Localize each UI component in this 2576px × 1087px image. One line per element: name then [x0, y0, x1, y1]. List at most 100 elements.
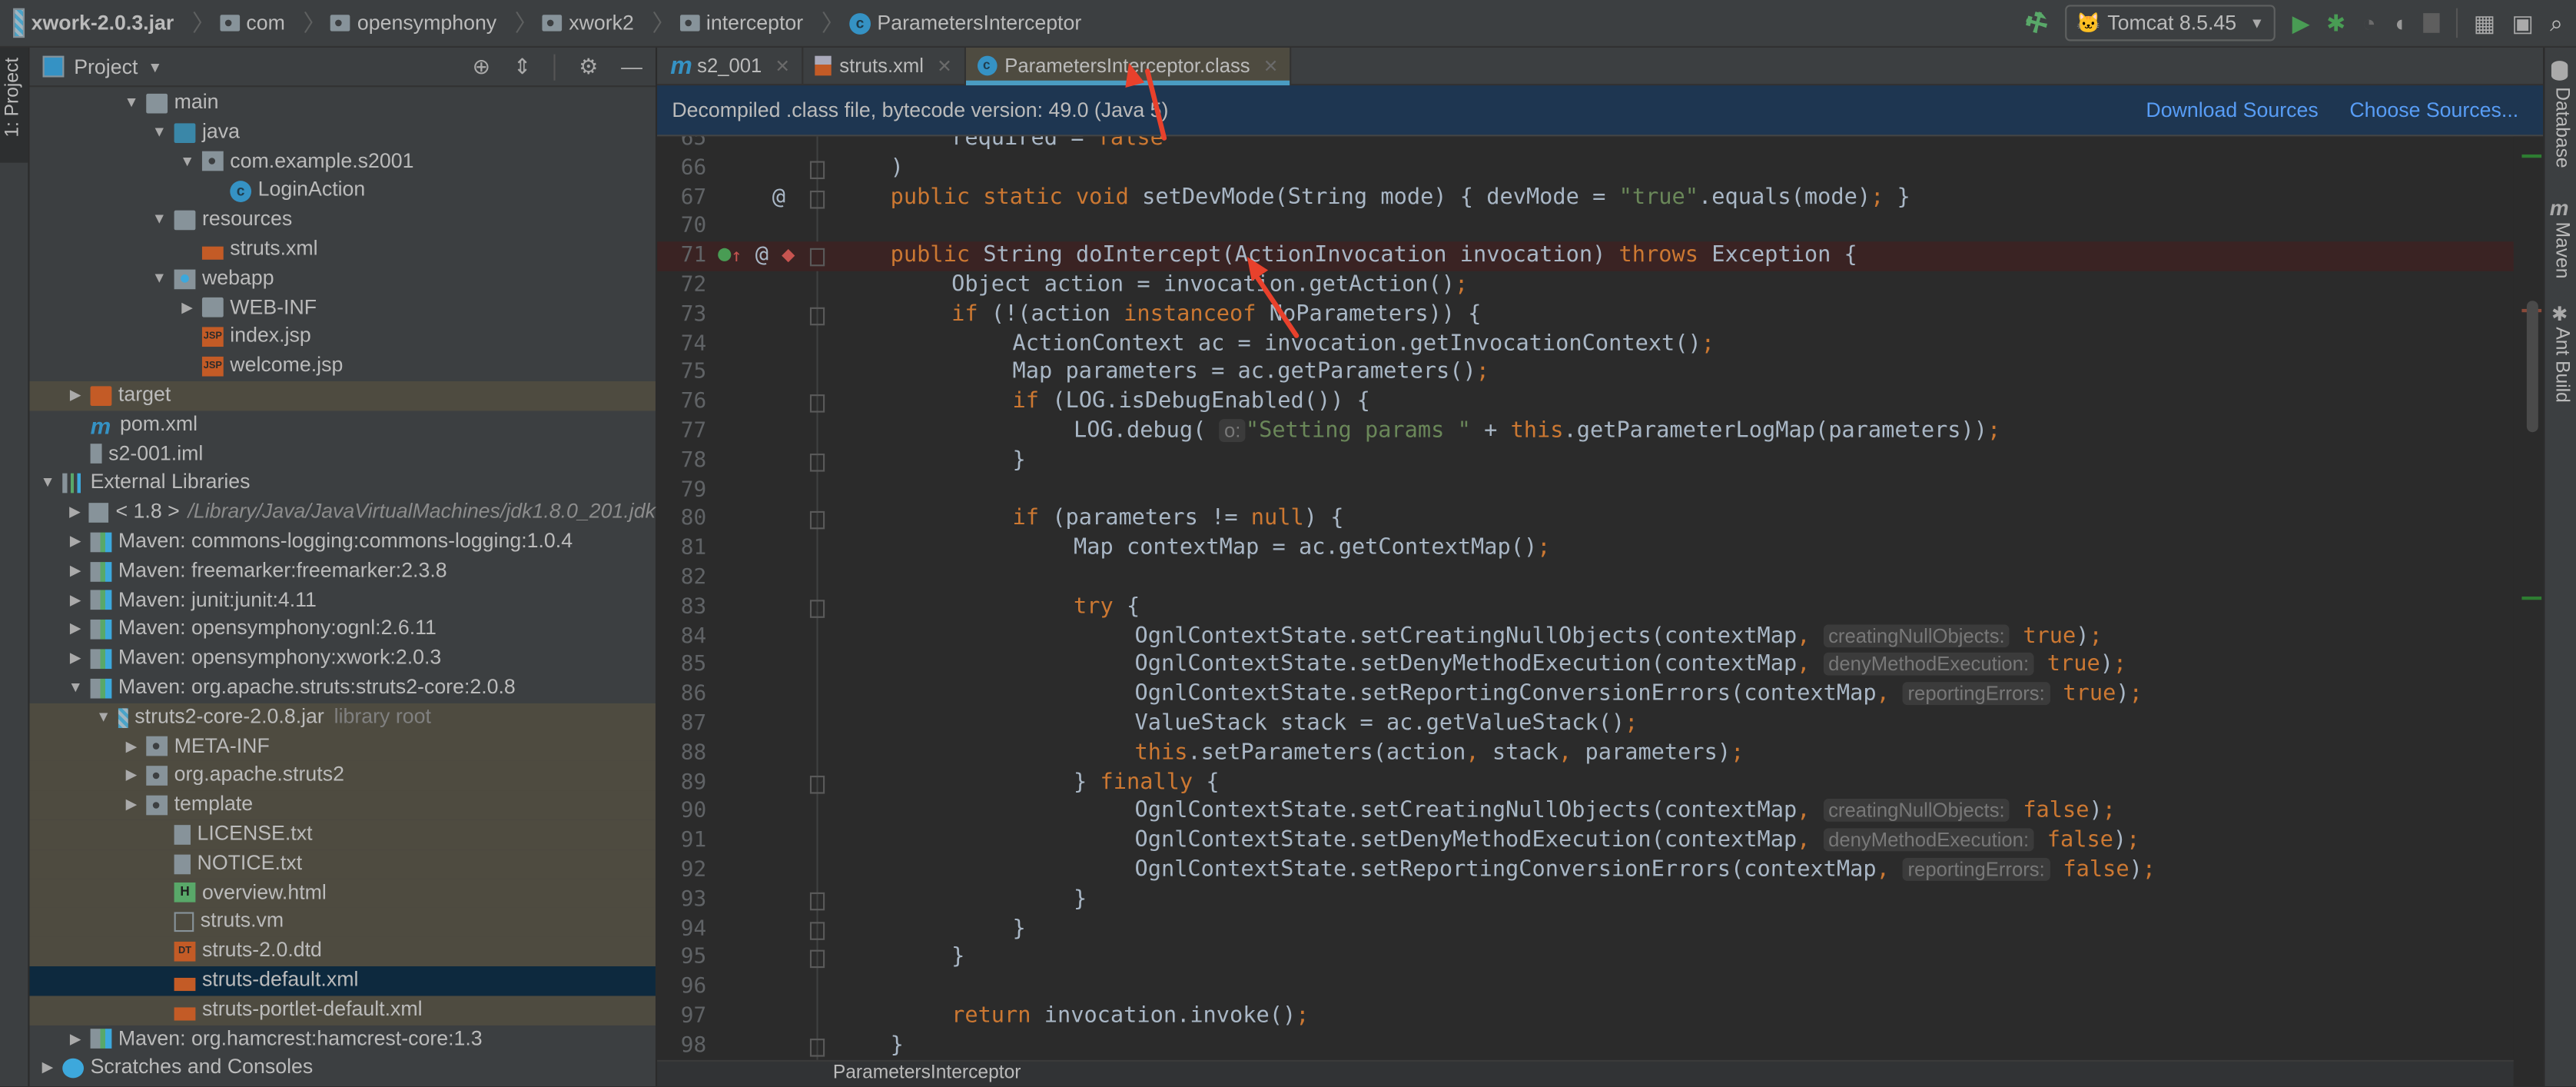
fold-collapse-icon[interactable] — [809, 921, 825, 939]
line-number[interactable]: 90 — [657, 798, 706, 827]
line-number[interactable]: 66 — [657, 155, 706, 184]
editor-tab[interactable]: m s2_001 ✕ — [657, 47, 804, 85]
expand-right-icon[interactable]: ▶ — [38, 1054, 58, 1083]
code-line[interactable]: 72 Object action = invocation.getAction()… — [657, 271, 2543, 301]
fold-collapse-icon[interactable] — [809, 394, 825, 413]
fold-collapse-icon[interactable] — [809, 1038, 825, 1057]
debug-icon[interactable]: ✱ — [2326, 9, 2345, 37]
expand-right-icon[interactable]: ▶ — [66, 498, 85, 527]
tree-item[interactable]: ▶ Maven: opensymphony:xwork:2.0.3 — [29, 644, 655, 673]
line-number[interactable]: 96 — [657, 973, 706, 1002]
line-number[interactable]: 67 — [657, 184, 706, 213]
change-marker[interactable] — [2521, 597, 2542, 600]
tree-item[interactable]: ▶ META-INF — [29, 732, 656, 762]
tree-item[interactable]: ▶ template — [29, 790, 656, 820]
search-icon[interactable]: ⌕ — [2550, 9, 2563, 37]
tree-item[interactable]: LICENSE.txt — [29, 819, 656, 849]
tree-item[interactable]: ▶ Scratches and Consoles — [29, 1054, 655, 1083]
code-line[interactable]: 95} — [657, 944, 2543, 973]
fold-collapse-icon[interactable] — [809, 511, 825, 530]
stop-icon[interactable] — [2422, 13, 2439, 33]
code-line[interactable]: 84 OgnlContextState.setCreatingNullObject… — [657, 622, 2543, 651]
tree-item[interactable]: ▶ Maven: org.hamcrest:hamcrest-core:1.3 — [29, 1025, 655, 1054]
tree-item[interactable]: struts-portlet-default.xml — [29, 995, 656, 1025]
coverage-icon[interactable]: ◖ — [2392, 10, 2406, 36]
chevron-down-icon[interactable]: ▼ — [148, 58, 162, 75]
tree-item[interactable]: DT struts-2.0.dtd — [29, 936, 656, 966]
line-number[interactable]: 98 — [657, 1032, 706, 1060]
run-configuration-select[interactable]: 🐱 Tomcat 8.5.45 ▼ — [2064, 5, 2276, 42]
line-number[interactable]: 75 — [657, 359, 706, 388]
line-number[interactable]: 94 — [657, 915, 706, 944]
line-number[interactable]: 97 — [657, 1002, 706, 1032]
line-number[interactable]: 87 — [657, 710, 706, 740]
tree-item[interactable]: ▼ struts2-core-2.0.8.jar library root — [29, 703, 656, 733]
expand-down-icon[interactable]: ▼ — [94, 703, 114, 732]
line-number[interactable]: 78 — [657, 447, 706, 476]
expand-right-icon[interactable]: ▶ — [66, 1025, 86, 1054]
tree-item[interactable]: struts.vm — [29, 907, 656, 937]
implements-icon[interactable] — [718, 248, 732, 262]
expand-right-icon[interactable]: ▶ — [121, 761, 141, 790]
project-view-select[interactable]: Project — [74, 55, 138, 78]
tree-item[interactable]: ▶ WEB-INF — [29, 294, 655, 323]
annotation-gutter-icon[interactable]: @ — [755, 244, 768, 268]
tree-item[interactable]: ▼ main — [29, 88, 655, 118]
line-number[interactable]: 82 — [657, 563, 706, 593]
code-line[interactable]: 83 try { — [657, 593, 2543, 622]
close-icon[interactable]: ✕ — [937, 55, 952, 77]
line-number[interactable]: 86 — [657, 680, 706, 710]
ant-build-tool-tab[interactable]: Ant Build — [2551, 327, 2571, 402]
line-number[interactable]: 71 — [657, 242, 706, 271]
line-number[interactable]: 93 — [657, 886, 706, 915]
tree-item[interactable]: ▼ webapp — [29, 264, 655, 294]
code-line[interactable]: 76 if (LOG.isDebugEnabled()) { — [657, 388, 2543, 417]
line-number[interactable]: 70 — [657, 213, 706, 242]
code-line[interactable]: 94} — [657, 915, 2543, 944]
expand-down-icon[interactable]: ▼ — [38, 469, 58, 498]
line-number[interactable]: 73 — [657, 301, 706, 330]
breadcrumb-item[interactable]: 〉 opensymphony — [295, 7, 496, 40]
line-number[interactable]: 95 — [657, 944, 706, 973]
code-line[interactable]: 70 — [657, 213, 2543, 242]
code-line[interactable]: 97 return invocation.invoke(); — [657, 1002, 2543, 1032]
breadcrumb-item[interactable]: 〉 com — [184, 7, 285, 40]
code-line[interactable]: 73 if (!(action instanceof NoParameters))… — [657, 301, 2543, 330]
tree-item[interactable]: JSP index.jsp — [29, 323, 655, 352]
code-line[interactable]: 93} — [657, 886, 2543, 915]
code-line[interactable]: 81 Map contextMap = ac.getContextMap(); — [657, 534, 2543, 563]
expand-down-icon[interactable]: ▼ — [150, 264, 170, 294]
hide-icon[interactable]: — — [621, 55, 642, 79]
expand-right-icon[interactable]: ▶ — [121, 732, 141, 761]
expand-right-icon[interactable]: ▶ — [66, 557, 86, 586]
code-line[interactable]: 90 OgnlContextState.setCreatingNullObject… — [657, 798, 2543, 827]
tree-item[interactable]: ▶ Maven: commons-logging:commons-logging:… — [29, 527, 655, 557]
fold-collapse-icon[interactable] — [809, 453, 825, 472]
code-line[interactable]: 74 ActionContext ac = invocation.getInvoc… — [657, 330, 2543, 359]
expand-down-icon[interactable]: ▼ — [178, 148, 198, 177]
code-line[interactable]: 85 OgnlContextState.setDenyMethodExecutio… — [657, 651, 2543, 680]
line-number[interactable]: 81 — [657, 534, 706, 563]
choose-sources-link[interactable]: Choose Sources... — [2349, 98, 2518, 121]
line-number[interactable]: 72 — [657, 271, 706, 301]
code-line[interactable]: 79 — [657, 476, 2543, 505]
line-number[interactable]: 76 — [657, 388, 706, 417]
tree-item[interactable]: ▶ Maven: freemarker:freemarker:2.3.8 — [29, 557, 655, 586]
breadcrumb-item[interactable]: 〉 interceptor — [644, 7, 803, 40]
breadcrumb-item[interactable]: 〉 xwork2 — [506, 7, 634, 40]
code-line[interactable]: 67 @ public static void setDevMode(String … — [657, 184, 2543, 213]
fold-expand-icon[interactable] — [809, 190, 825, 208]
tree-item[interactable]: ▼ resources — [29, 206, 655, 235]
tree-item[interactable]: JSP welcome.jsp — [29, 352, 655, 381]
expand-right-icon[interactable]: ▶ — [178, 294, 198, 323]
expand-right-icon[interactable]: ▶ — [66, 644, 86, 673]
expand-down-icon[interactable]: ▼ — [66, 673, 86, 703]
breadcrumb-item[interactable]: 〉 c ParametersInterceptor — [813, 7, 1082, 40]
line-number[interactable]: 83 — [657, 593, 706, 622]
line-number[interactable]: 65 — [657, 136, 706, 154]
expand-right-icon[interactable]: ▶ — [66, 527, 86, 557]
expand-right-icon[interactable]: ▶ — [66, 615, 86, 644]
line-number[interactable]: 84 — [657, 622, 706, 651]
line-number[interactable]: 74 — [657, 330, 706, 359]
fold-collapse-icon[interactable] — [809, 892, 825, 910]
